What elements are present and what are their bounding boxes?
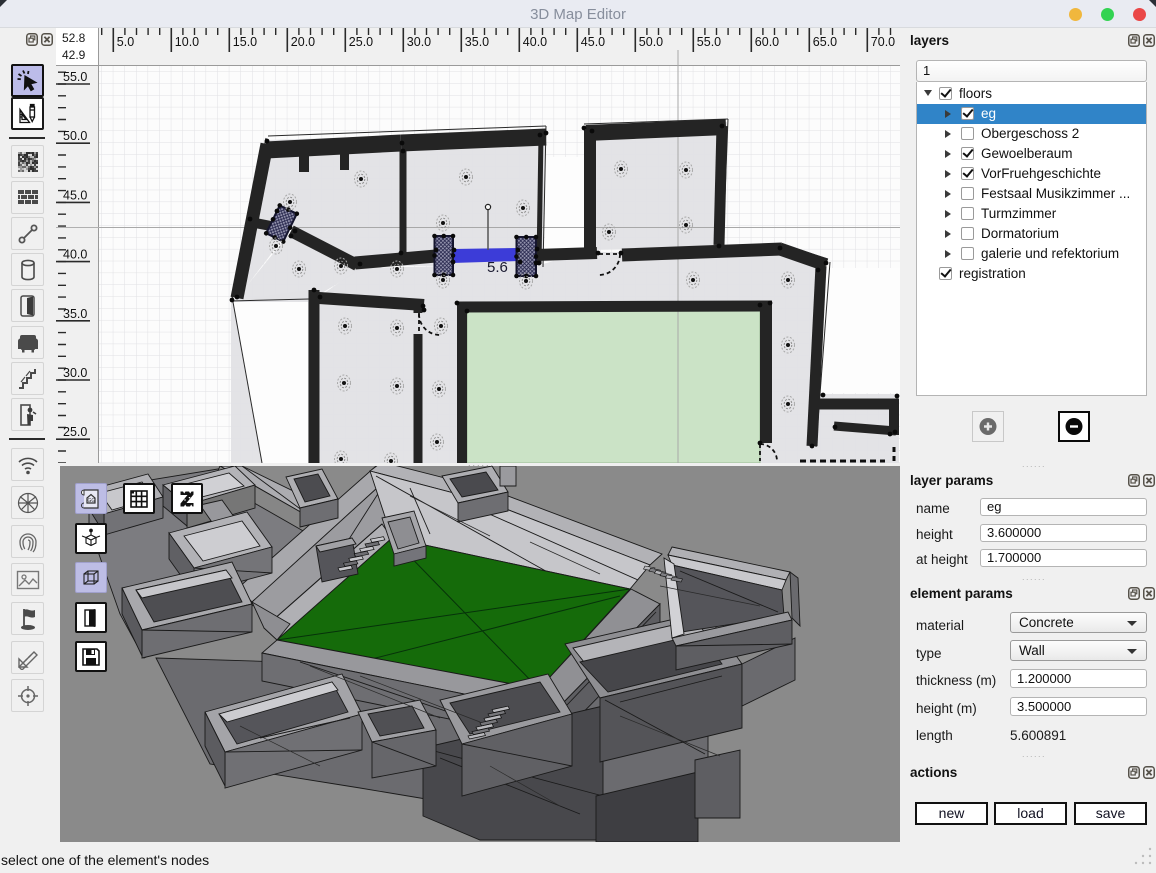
svg-text:55.0: 55.0	[63, 70, 87, 84]
svg-text:35.0: 35.0	[465, 35, 489, 49]
svg-text:40.0: 40.0	[523, 35, 547, 49]
svg-text:50.0: 50.0	[639, 35, 663, 49]
svg-text:50.0: 50.0	[63, 129, 87, 143]
svg-text:60.0: 60.0	[755, 35, 779, 49]
svg-text:45.0: 45.0	[581, 35, 605, 49]
svg-text:5.6: 5.6	[487, 259, 508, 276]
svg-text:30.0: 30.0	[63, 366, 87, 380]
svg-text:20.0: 20.0	[291, 35, 315, 49]
svg-text:10.0: 10.0	[175, 35, 199, 49]
svg-text:40.0: 40.0	[63, 248, 87, 262]
svg-text:5.0: 5.0	[117, 35, 134, 49]
svg-text:GG: GG	[88, 498, 96, 504]
svg-text:15.0: 15.0	[233, 35, 257, 49]
svg-text:65.0: 65.0	[813, 35, 837, 49]
svg-text:45.0: 45.0	[63, 188, 87, 202]
svg-text:25.0: 25.0	[63, 425, 87, 439]
svg-text:30.0: 30.0	[407, 35, 431, 49]
svg-text:70.0: 70.0	[871, 35, 895, 49]
svg-text:35.0: 35.0	[63, 307, 87, 321]
svg-text:25.0: 25.0	[349, 35, 373, 49]
svg-text:55.0: 55.0	[697, 35, 721, 49]
